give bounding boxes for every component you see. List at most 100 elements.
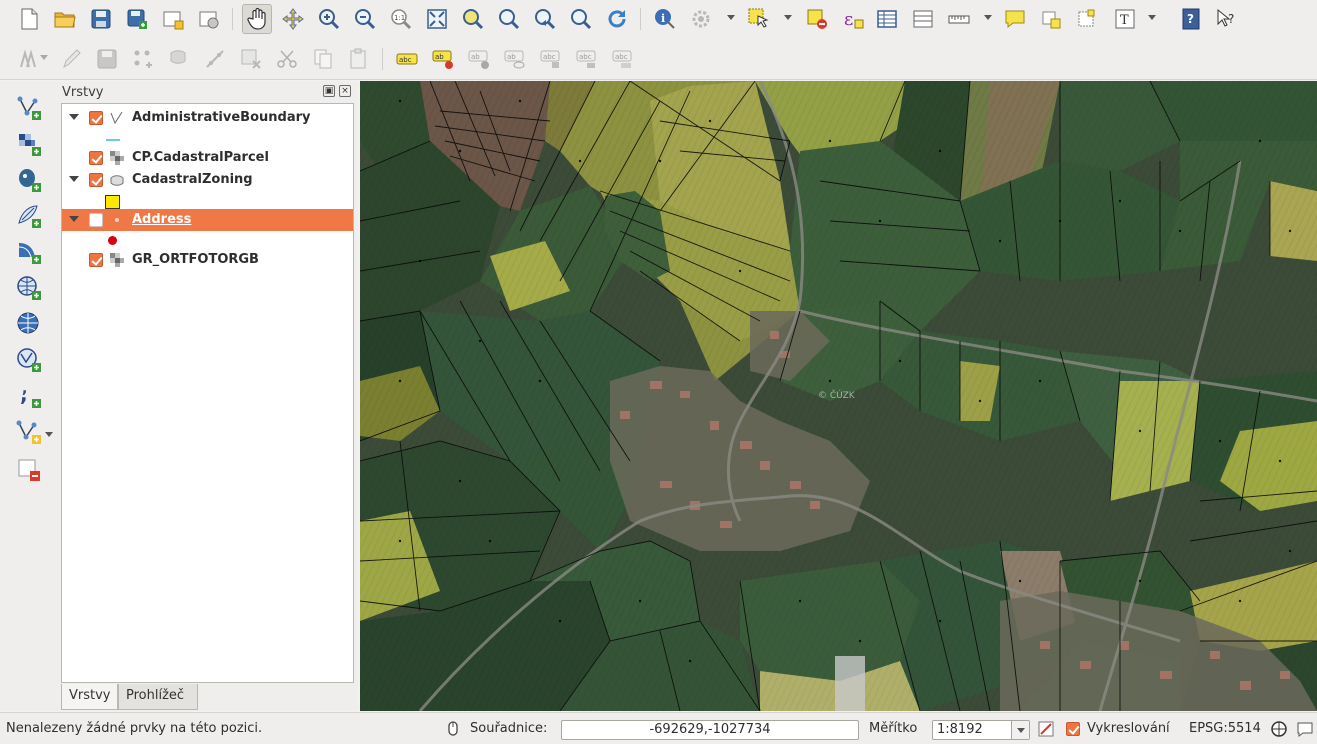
pan-icon[interactable]: [242, 4, 272, 34]
new-print-composer-icon[interactable]: [158, 4, 188, 34]
composer-manager-icon[interactable]: [194, 4, 224, 34]
layer-visibility-checkbox[interactable]: [89, 151, 103, 165]
cut-features-icon[interactable]: [272, 44, 302, 74]
field-calculator-icon[interactable]: ε: [838, 4, 868, 34]
toggle-editing-icon[interactable]: [56, 44, 86, 74]
deselect-icon[interactable]: [802, 4, 832, 34]
measure-icon[interactable]: [944, 4, 974, 34]
tab-prohlizec[interactable]: Prohlížeč: [118, 684, 198, 710]
layer-tree[interactable]: AdministrativeBoundary CP.CadastralParce…: [61, 103, 354, 683]
pan-to-selection-icon[interactable]: [278, 4, 308, 34]
new-shapefile-icon[interactable]: [14, 417, 44, 447]
show-bookmarks-icon[interactable]: [1072, 4, 1102, 34]
annotation-dropdown-icon[interactable]: [1148, 15, 1156, 23]
add-wms-layer-icon[interactable]: [14, 273, 44, 303]
scale-value: 1:8192: [937, 722, 983, 737]
delete-selected-icon[interactable]: [236, 44, 266, 74]
mouse-coordinates-icon[interactable]: [444, 720, 462, 738]
open-project-icon[interactable]: [50, 4, 80, 34]
svg-text:abc: abc: [615, 53, 628, 61]
layer-row-gr-ortfotorgb[interactable]: GR_ORTFOTORGB: [62, 249, 353, 271]
label-properties-icon[interactable]: abc: [608, 44, 638, 74]
layer-row-cadastralzoning[interactable]: CadastralZoning: [62, 169, 353, 191]
add-raster-layer-icon[interactable]: [14, 129, 44, 159]
layer-row-administrativeboundary[interactable]: AdministrativeBoundary: [62, 107, 353, 129]
save-as-icon[interactable]: [122, 4, 152, 34]
label-pin-icon[interactable]: ab: [428, 44, 458, 74]
refresh-icon[interactable]: [602, 4, 632, 34]
label-move-icon[interactable]: ab: [500, 44, 530, 74]
select-features-icon[interactable]: [744, 4, 774, 34]
layer-row-address[interactable]: Address: [62, 209, 353, 231]
zoom-out-icon[interactable]: [350, 4, 380, 34]
stop-render-icon[interactable]: [1037, 720, 1055, 738]
close-panel-icon[interactable]: ×: [339, 85, 351, 97]
polygon-layer-icon: [110, 175, 124, 186]
raster-layer-icon: [110, 151, 124, 165]
paste-features-icon[interactable]: [344, 44, 374, 74]
add-mssql-layer-icon[interactable]: [14, 237, 44, 267]
zoom-in-icon[interactable]: [314, 4, 344, 34]
save-project-icon[interactable]: [86, 4, 116, 34]
add-vector-layer-icon[interactable]: [14, 93, 44, 123]
zoom-to-layer-icon[interactable]: [494, 4, 524, 34]
tab-vrstvy[interactable]: Vrstvy: [61, 684, 118, 710]
layer-visibility-checkbox[interactable]: [89, 111, 103, 125]
crs-label[interactable]: EPSG:5514: [1189, 721, 1261, 736]
map-tips-icon[interactable]: [1000, 4, 1030, 34]
select-dropdown-icon[interactable]: [784, 15, 792, 23]
whats-this-icon[interactable]: ?: [1212, 4, 1242, 34]
svg-text:ab: ab: [507, 53, 516, 61]
layers-panel: Vrstvy ▣ × AdministrativeBoundary CP.Cad…: [58, 81, 358, 711]
text-annotation-icon[interactable]: T: [1110, 4, 1140, 34]
float-panel-icon[interactable]: ▣: [323, 85, 335, 97]
zoom-last-icon[interactable]: [530, 4, 560, 34]
zoom-to-selection-icon[interactable]: [458, 4, 488, 34]
node-tool-icon[interactable]: [200, 44, 230, 74]
render-checkbox[interactable]: [1066, 722, 1080, 736]
new-project-icon[interactable]: [14, 4, 44, 34]
layer-row-cp-cadastralparcel[interactable]: CP.CadastralParcel: [62, 147, 353, 169]
add-feature-icon[interactable]: [128, 44, 158, 74]
new-bookmark-icon[interactable]: [1036, 4, 1066, 34]
label-rotate-icon[interactable]: abc: [536, 44, 566, 74]
label-icon[interactable]: abc: [392, 44, 422, 74]
add-postgis-layer-icon[interactable]: [14, 165, 44, 195]
crs-globe-icon[interactable]: [1270, 720, 1288, 738]
add-delimited-text-icon[interactable]: ,,: [14, 381, 44, 411]
scale-label: Měřítko: [869, 721, 918, 736]
zoom-next-icon[interactable]: [566, 4, 596, 34]
zoom-full-icon[interactable]: [422, 4, 452, 34]
messages-icon[interactable]: [1296, 720, 1314, 738]
label-show-icon[interactable]: ab: [464, 44, 494, 74]
map-canvas[interactable]: © ČÚZK: [360, 81, 1317, 711]
new-layer-dropdown-icon[interactable]: [45, 432, 53, 440]
layer-visibility-checkbox[interactable]: [89, 213, 103, 227]
svg-text:abc: abc: [543, 53, 556, 61]
zoom-native-icon[interactable]: 1:1: [386, 4, 416, 34]
help-icon[interactable]: ?: [1176, 4, 1206, 34]
remove-layer-icon[interactable]: [14, 455, 44, 485]
add-wfs-layer-icon[interactable]: [14, 345, 44, 375]
action-icon[interactable]: [686, 4, 716, 34]
layer-visibility-checkbox[interactable]: [89, 253, 103, 267]
expand-arrow-icon[interactable]: [69, 176, 79, 182]
add-wcs-layer-icon[interactable]: [14, 309, 44, 339]
label-change-icon[interactable]: abc: [572, 44, 602, 74]
expand-arrow-icon[interactable]: [69, 216, 79, 222]
layer-visibility-checkbox[interactable]: [89, 173, 103, 187]
scale-combobox[interactable]: 1:8192: [932, 720, 1030, 740]
measure-dropdown-icon[interactable]: [984, 15, 992, 23]
add-spatialite-layer-icon[interactable]: [14, 201, 44, 231]
move-feature-icon[interactable]: [164, 44, 194, 74]
coordinate-field[interactable]: -692629,-1027734: [561, 720, 859, 740]
chevron-down-icon[interactable]: [1011, 721, 1029, 739]
expand-arrow-icon[interactable]: [69, 114, 79, 120]
attribute-table-icon[interactable]: [872, 4, 902, 34]
action-dropdown-icon[interactable]: [727, 15, 735, 23]
copy-features-icon[interactable]: [308, 44, 338, 74]
identify-icon[interactable]: i: [650, 4, 680, 34]
edits-dropdown-icon[interactable]: [40, 55, 48, 63]
statistics-icon[interactable]: [908, 4, 938, 34]
save-layer-edits-icon[interactable]: [92, 44, 122, 74]
